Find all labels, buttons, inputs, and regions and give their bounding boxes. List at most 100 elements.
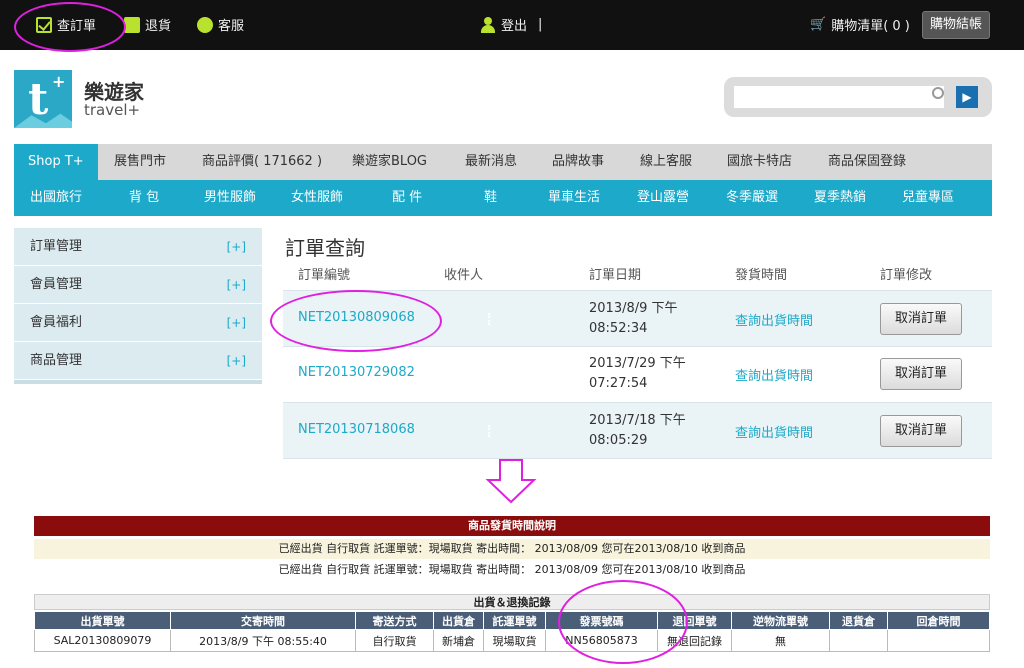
user-icon — [480, 16, 496, 33]
col-reverse-logistics: 逆物流單號 — [731, 611, 830, 630]
page-title: 訂單查詢 — [285, 236, 365, 260]
table-row: NET20130809068 2013/8/9 下午 08:52:34 查詢出貨時… — [283, 290, 992, 347]
search-input[interactable] — [734, 86, 944, 108]
col-return-warehouse: 退貨倉 — [829, 611, 888, 630]
cell-invoice: NN56805873 — [545, 629, 658, 652]
nav-online-service[interactable]: 線上客服 — [640, 144, 692, 180]
col-return-no: 退回單號 — [657, 611, 732, 630]
query-ship-time-link[interactable]: 查詢出貨時間 — [735, 365, 813, 384]
cat-winter[interactable]: 冬季嚴選 — [726, 180, 778, 216]
nav-travel-card[interactable]: 國旅卡特店 — [727, 144, 792, 180]
col-order-no: 訂單編號 — [298, 268, 351, 283]
nav-shop-tplus[interactable]: Shop T+ — [14, 144, 98, 180]
col-warehouse: 出貨倉 — [433, 611, 484, 630]
sidebar: 訂單管理 [+] 會員管理 [+] 會員福利 [+] 商品管理 [+] — [14, 228, 262, 384]
sidebar-item-order-management[interactable]: 訂單管理 [+] — [14, 228, 262, 266]
order-date: 2013/8/9 下午 08:52:34 — [589, 301, 678, 336]
cell-warehouse: 新埔倉 — [433, 629, 484, 652]
separator: | — [538, 17, 543, 32]
return-icon — [124, 16, 140, 33]
sidebar-item-label: 會員管理 — [30, 277, 83, 292]
primary-nav: Shop T+ 展售門市 商品評價( 171662 ) 樂遊家BLOG 最新消息… — [14, 144, 992, 180]
col-invoice: 發票號碼 — [545, 611, 658, 630]
cat-shoes[interactable]: 鞋 — [484, 180, 497, 216]
recipient-cell — [488, 425, 490, 437]
cell-tracking: 現場取貨 — [483, 629, 546, 652]
col-ship-no: 出貨單號 — [34, 611, 171, 630]
nav-blog[interactable]: 樂遊家BLOG — [352, 144, 427, 180]
cancel-order-button[interactable]: 取消訂單 — [880, 358, 962, 390]
cell-reverse-logistics: 無 — [731, 629, 830, 652]
sidebar-item-label: 訂單管理 — [30, 239, 83, 254]
table-row: SAL20130809079 2013/8/9 下午 08:55:40 自行取貨… — [34, 629, 990, 652]
table-row: NET20130729082 2013/7/29 下午 07:27:54 查詢出貨… — [283, 346, 992, 403]
cat-backpacks[interactable]: 背 包 — [129, 180, 159, 216]
order-query-link[interactable]: 查訂單 — [36, 15, 96, 34]
cat-overseas-travel[interactable]: 出國旅行 — [30, 180, 82, 216]
shipping-info-line: 已經出貨 自行取貨 託運單號：現場取貨 寄出時間： 2013/08/09 您可在… — [34, 539, 990, 559]
order-number-link[interactable]: NET20130729082 — [298, 365, 415, 380]
cell-send-time: 2013/8/9 下午 08:55:40 — [170, 629, 356, 652]
cancel-order-button[interactable]: 取消訂單 — [880, 415, 962, 447]
cell-return-time — [887, 629, 990, 652]
query-ship-time-link[interactable]: 查詢出貨時間 — [735, 422, 813, 441]
cat-cycling[interactable]: 單車生活 — [548, 180, 600, 216]
col-return-time: 回倉時間 — [887, 611, 990, 630]
cell-return-warehouse — [829, 629, 888, 652]
cart-icon: 🛒 — [810, 17, 827, 32]
logo-plus: + — [52, 72, 66, 91]
cat-summer[interactable]: 夏季熱銷 — [814, 180, 866, 216]
search-icon — [932, 87, 944, 99]
return-label: 退貨 — [145, 19, 172, 34]
col-tracking: 託運單號 — [483, 611, 546, 630]
col-recipient: 收件人 — [444, 268, 484, 283]
sidebar-item-label: 商品管理 — [30, 353, 83, 368]
nav-warranty[interactable]: 商品保固登錄 — [828, 144, 906, 180]
cat-womens[interactable]: 女性服飾 — [291, 180, 343, 216]
order-number-link[interactable]: NET20130809068 — [298, 310, 415, 325]
top-bar: 查訂單 退貨 客服 登出 | 🛒 購物清單( 0 ) 購物結帳 — [0, 0, 1024, 50]
search-box: ▶ — [724, 77, 992, 117]
logout-link[interactable]: 登出 | — [480, 15, 542, 34]
expand-toggle[interactable]: [+] — [227, 266, 246, 304]
search-button[interactable]: ▶ — [956, 86, 978, 108]
sidebar-item-member-benefits[interactable]: 會員福利 [+] — [14, 304, 262, 342]
chat-icon — [197, 16, 213, 33]
cancel-order-button[interactable]: 取消訂單 — [880, 303, 962, 335]
cat-kids[interactable]: 兒童專區 — [902, 180, 954, 216]
shipping-info-line: 已經出貨 自行取貨 託運單號：現場取貨 寄出時間： 2013/08/09 您可在… — [278, 563, 746, 576]
nav-news[interactable]: 最新消息 — [465, 144, 517, 180]
expand-toggle[interactable]: [+] — [227, 342, 246, 380]
brand-tagline: travel+ — [84, 101, 141, 119]
service-label: 客服 — [218, 19, 245, 34]
cart-label: 購物清單( 0 ) — [831, 19, 910, 34]
cell-method: 自行取貨 — [355, 629, 434, 652]
order-date: 2013/7/29 下午 07:27:54 — [589, 356, 686, 391]
shipping-record-table: 出貨單號 交寄時間 寄送方式 出貨倉 託運單號 發票號碼 退回單號 逆物流單號 … — [34, 611, 990, 652]
cat-mens[interactable]: 男性服飾 — [204, 180, 256, 216]
order-date: 2013/7/18 下午 08:05:29 — [589, 413, 686, 448]
logo[interactable]: t + — [14, 70, 72, 128]
sidebar-item-product-management[interactable]: 商品管理 [+] — [14, 342, 262, 380]
expand-toggle[interactable]: [+] — [227, 228, 246, 266]
col-send-time: 交寄時間 — [170, 611, 356, 630]
cat-accessories[interactable]: 配 件 — [392, 180, 422, 216]
col-method: 寄送方式 — [355, 611, 434, 630]
sidebar-item-member-management[interactable]: 會員管理 [+] — [14, 266, 262, 304]
order-number-link[interactable]: NET20130718068 — [298, 422, 415, 437]
nav-reviews[interactable]: 商品評價( 171662 ) — [202, 144, 322, 180]
nav-brand-story[interactable]: 品牌故事 — [552, 144, 604, 180]
return-link[interactable]: 退貨 — [124, 15, 171, 34]
order-query-label: 查訂單 — [57, 19, 97, 34]
shipping-info-title: 商品發貨時間說明 — [34, 516, 990, 536]
shipping-record-title: 出貨＆退換記錄 — [34, 594, 990, 610]
table-row: NET20130718068 2013/7/18 下午 08:05:29 查詢出貨… — [283, 402, 992, 459]
checkout-button[interactable]: 購物結帳 — [922, 11, 990, 39]
nav-stores[interactable]: 展售門市 — [114, 144, 166, 180]
col-modify: 訂單修改 — [880, 268, 933, 283]
expand-toggle[interactable]: [+] — [227, 304, 246, 342]
cat-camping[interactable]: 登山露營 — [637, 180, 689, 216]
cart-link[interactable]: 🛒 購物清單( 0 ) — [810, 15, 910, 34]
service-link[interactable]: 客服 — [197, 15, 244, 34]
query-ship-time-link[interactable]: 查詢出貨時間 — [735, 310, 813, 329]
